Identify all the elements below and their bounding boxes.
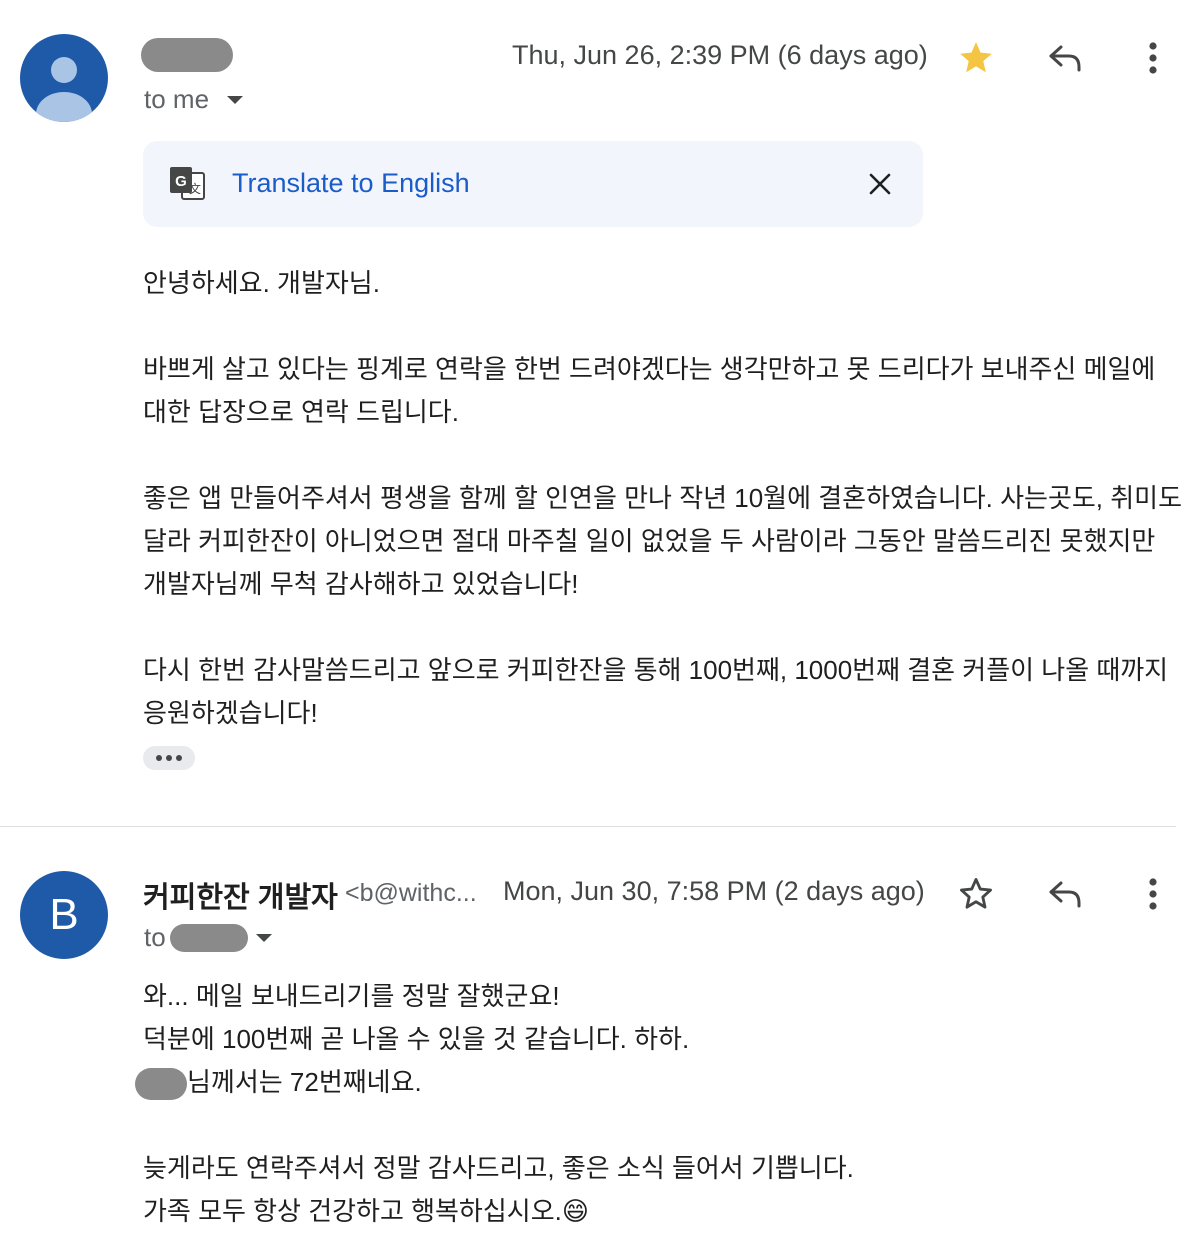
sender-avatar[interactable]: B bbox=[20, 871, 108, 959]
svg-text:G: G bbox=[175, 173, 187, 190]
body-paragraph: 좋은 앱 만들어주셔서 평생을 함께 할 인연을 만나 작년 10월에 결혼하였… bbox=[143, 483, 1183, 599]
chevron-down-icon[interactable] bbox=[254, 932, 274, 944]
close-translate-button[interactable] bbox=[856, 160, 904, 208]
recipient-line[interactable]: to bbox=[144, 922, 274, 953]
message-body: 안녕하세요. 개발자님. 바쁘게 살고 있다는 핑계로 연락을 한번 드려야겠다… bbox=[143, 262, 1183, 735]
reply-icon bbox=[1049, 45, 1081, 72]
translate-link[interactable]: Translate to English bbox=[232, 168, 470, 199]
redacted-sender-name bbox=[141, 38, 233, 72]
recipient-label: to bbox=[144, 922, 166, 952]
body-line: 덕분에 100번째 곧 나올 수 있을 것 같습니다. 하하. bbox=[143, 1024, 690, 1054]
reply-icon bbox=[1049, 881, 1081, 908]
body-paragraph: 안녕하세요. 개발자님. bbox=[143, 268, 380, 298]
body-paragraph: 다시 한번 감사말씀드리고 앞으로 커피한잔을 통해 100번째, 1000번째… bbox=[143, 655, 1169, 728]
body-line: 님께서는 72번째네요. bbox=[135, 1061, 1183, 1104]
sender-email: <b@withc... bbox=[345, 879, 477, 907]
translate-bar: G 文 Translate to English bbox=[143, 141, 923, 227]
dot-icon bbox=[166, 755, 172, 761]
close-icon bbox=[869, 173, 891, 195]
body-line-text: 님께서는 72번째네요. bbox=[187, 1067, 422, 1097]
message-timestamp: Thu, Jun 26, 2:39 PM (6 days ago) bbox=[512, 40, 928, 70]
redacted-recipient bbox=[169, 923, 248, 952]
body-line-text: 가족 모두 항상 건강하고 행복하십시오. bbox=[143, 1196, 562, 1226]
sender-avatar[interactable] bbox=[20, 34, 108, 122]
more-vert-icon bbox=[1149, 42, 1157, 74]
more-options-button[interactable] bbox=[1129, 34, 1177, 82]
recipient-line[interactable]: to me bbox=[144, 84, 245, 115]
more-options-button[interactable] bbox=[1129, 870, 1177, 918]
message-timestamp: Mon, Jun 30, 7:58 PM (2 days ago) bbox=[503, 876, 925, 906]
person-icon bbox=[36, 57, 92, 122]
dot-icon bbox=[176, 755, 182, 761]
message-divider bbox=[0, 826, 1176, 827]
more-vert-icon bbox=[1149, 878, 1157, 910]
body-line: 와... 메일 보내드리기를 정말 잘했군요! bbox=[143, 981, 560, 1011]
body-line: 가족 모두 항상 건강하고 행복하십시오.😄 bbox=[143, 1190, 1183, 1233]
recipient-label: to me bbox=[144, 84, 210, 114]
star-button[interactable] bbox=[952, 870, 1000, 918]
dot-icon bbox=[156, 755, 162, 761]
message-body: 와... 메일 보내드리기를 정말 잘했군요! 덕분에 100번째 곧 나올 수… bbox=[135, 975, 1183, 1233]
reply-button[interactable] bbox=[1041, 870, 1089, 918]
google-translate-icon: G 文 bbox=[168, 165, 206, 203]
svg-text:文: 文 bbox=[189, 181, 201, 196]
grinning-emoji-icon: 😄 bbox=[561, 1196, 589, 1226]
star-outline-icon bbox=[960, 878, 992, 909]
chevron-down-icon[interactable] bbox=[225, 94, 245, 106]
body-paragraph: 바쁘게 살고 있다는 핑계로 연락을 한번 드려야겠다는 생각만하고 못 드리다… bbox=[143, 354, 1156, 427]
reply-button[interactable] bbox=[1041, 34, 1089, 82]
sender-name[interactable]: 커피한잔 개발자 bbox=[143, 874, 338, 916]
show-trimmed-content-button[interactable] bbox=[143, 746, 195, 770]
redacted-name bbox=[135, 1068, 187, 1101]
star-button[interactable] bbox=[952, 34, 1000, 82]
body-line: 늦게라도 연락주셔서 정말 감사드리고, 좋은 소식 들어서 기쁩니다. bbox=[143, 1153, 854, 1183]
star-filled-icon bbox=[960, 42, 992, 73]
